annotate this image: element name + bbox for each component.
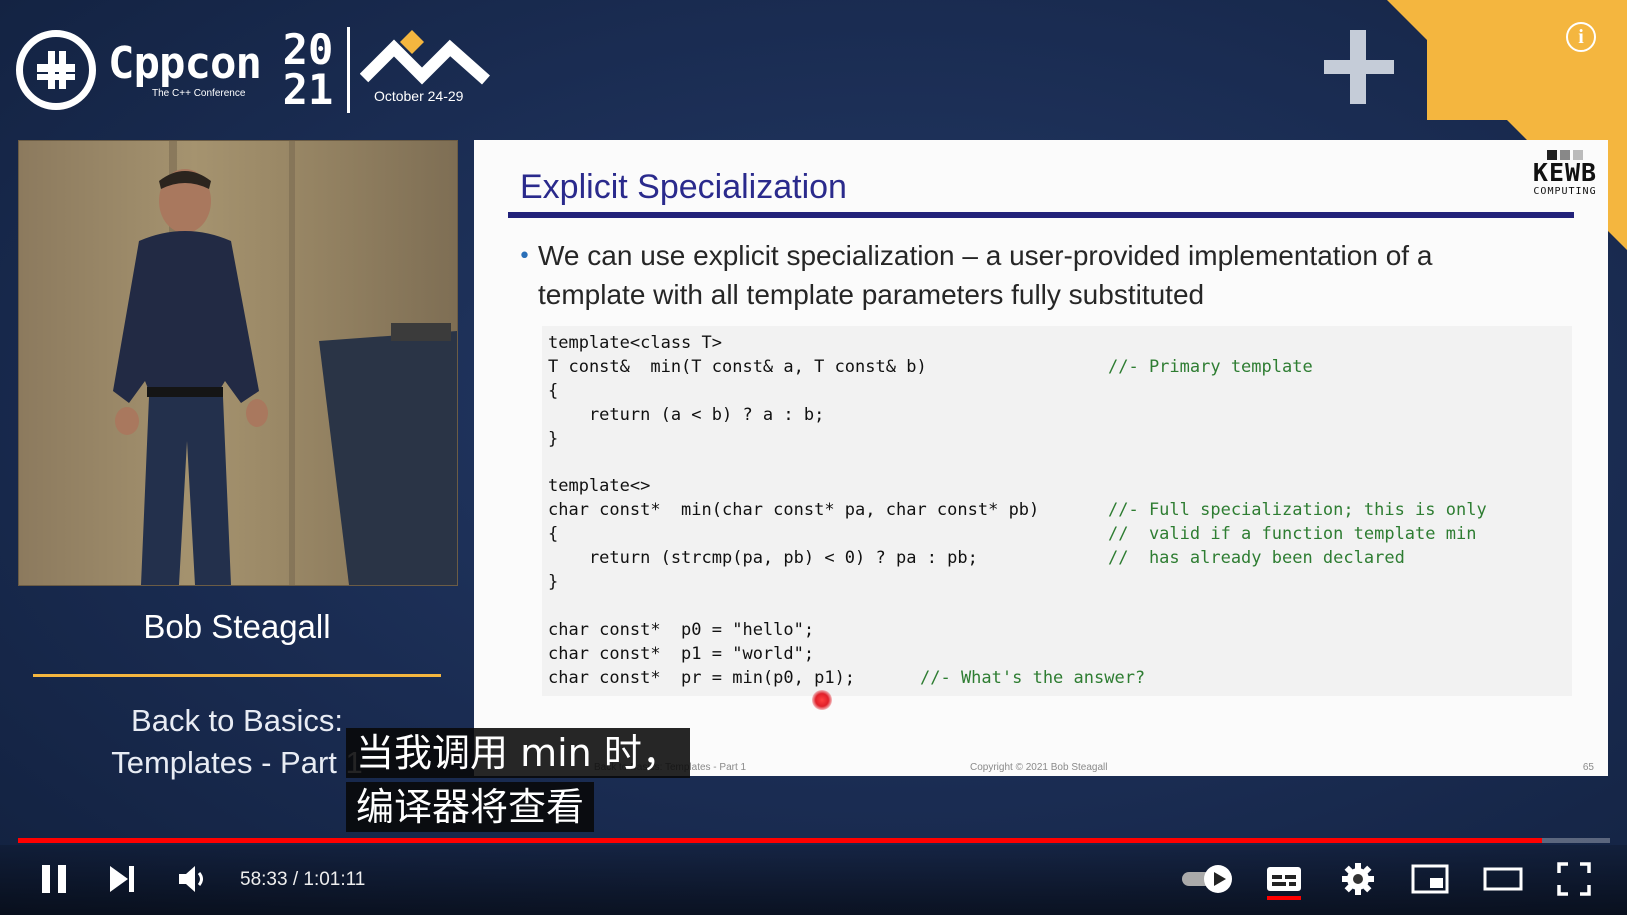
code-line: { [548, 524, 559, 544]
speaker-name-underline [33, 674, 441, 677]
code-line: char const* p1 = "world"; [548, 644, 815, 664]
code-line: char const* p0 = "hello"; [548, 620, 815, 640]
slide-title: Explicit Specialization [520, 168, 847, 206]
slide-title-rule [508, 212, 1574, 218]
presentation-slide: Explicit Specialization KEWB COMPUTING •… [474, 140, 1608, 776]
code-comment-answer: //- What's the answer? [920, 668, 1146, 688]
video-player[interactable]: Cppcon The C++ Conference 20 21 October … [0, 0, 1627, 915]
code-comment-full2: // valid if a function template min [1108, 524, 1477, 544]
cppcon-emblem-icon [16, 30, 96, 110]
theater-icon[interactable] [1482, 861, 1524, 897]
progress-played [18, 838, 1542, 843]
miniplayer-icon[interactable] [1410, 861, 1450, 897]
speaker-name: Bob Steagall [143, 608, 331, 645]
info-icon[interactable]: i [1566, 22, 1596, 52]
code-line: } [548, 572, 559, 592]
speaker-figure [113, 141, 457, 585]
conference-dates: October 24-29 [373, 88, 464, 104]
brand-year-top: 20 [282, 25, 334, 74]
caption-line-1: 当我调用 min 时， [346, 728, 690, 778]
time-display: 58:33 / 1:01:11 [240, 869, 366, 890]
brand-tagline: The C++ Conference [152, 87, 246, 99]
mountain-logo: October 24-29 [359, 22, 500, 118]
control-bar: 58:33 / 1:01:11 [0, 845, 1627, 915]
progress-bar[interactable] [18, 838, 1610, 843]
code-comment-primary: //- Primary template [1108, 357, 1313, 377]
cppcon-logo: Cppcon The C++ Conference 20 21 October … [16, 22, 500, 118]
code-line: } [548, 429, 559, 449]
slide-bullet: We can use explicit specialization – a u… [538, 240, 1433, 310]
code-line: return (strcmp(pa, pb) < 0) ? pa : pb; [548, 548, 978, 568]
code-line: template<class T> [548, 333, 722, 353]
brand-year-bottom: 21 [282, 65, 334, 114]
speaker-video [18, 140, 458, 586]
code-comment-full1: //- Full specialization; this is only [1108, 500, 1487, 520]
code-line: return (a < b) ? a : b; [548, 405, 825, 425]
kewb-logo-subtext: COMPUTING [1533, 186, 1597, 197]
code-line: T const& min(T const& a, T const& b) [548, 357, 927, 377]
brand-year: 20 21 [281, 25, 335, 114]
code-line: char const* pr = min(p0, p1); [548, 668, 856, 688]
brand-name: Cppcon [108, 37, 262, 89]
code-line: { [548, 381, 559, 401]
plus-decoration-icon [1324, 30, 1394, 104]
code-comment-full3: // has already been declared [1108, 548, 1405, 568]
slide-page-number: 65 [1582, 762, 1594, 773]
pause-icon[interactable] [38, 861, 70, 897]
subtitles-icon[interactable] [1264, 861, 1304, 901]
laser-pointer-dot [812, 690, 832, 710]
mountain-icon [359, 30, 490, 85]
code-line: char const* min(char const* pa, char con… [548, 500, 1040, 520]
caption-line-2: 编译器将查看 [346, 782, 595, 832]
code-line: template<> [548, 476, 651, 496]
kewb-logo: KEWB COMPUTING [1528, 150, 1602, 197]
next-icon[interactable] [106, 861, 138, 897]
logo-divider [346, 27, 350, 113]
volume-icon[interactable] [176, 861, 208, 897]
autoplay-toggle[interactable] [1180, 861, 1236, 897]
settings-icon[interactable] [1340, 861, 1376, 897]
bullet-icon: • [518, 244, 531, 269]
kewb-logo-text: KEWB [1532, 158, 1598, 187]
fullscreen-icon[interactable] [1556, 861, 1592, 897]
slide-footer-copyright: Copyright © 2021 Bob Steagall [970, 762, 1108, 773]
